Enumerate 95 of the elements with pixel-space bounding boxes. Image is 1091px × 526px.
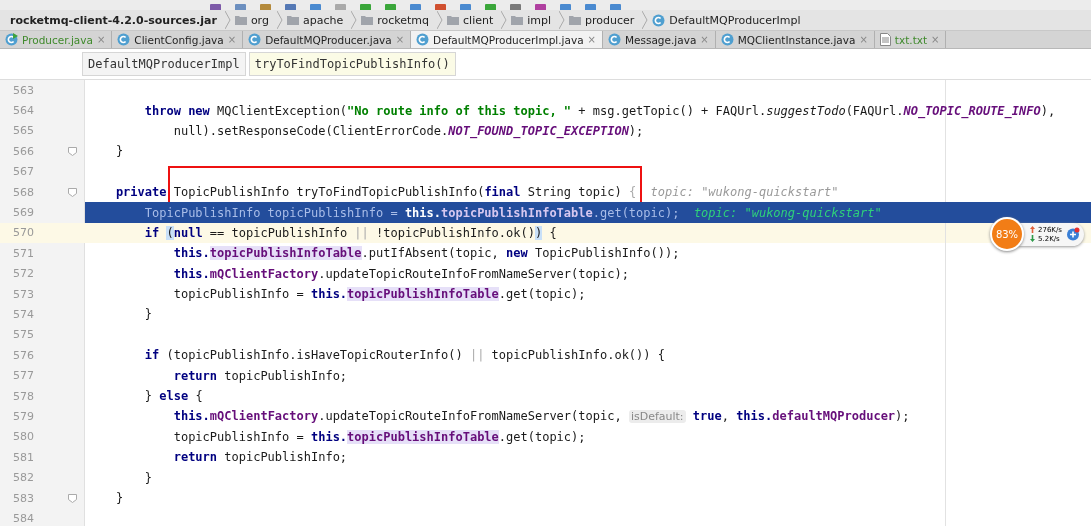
line-number: 580 [13, 430, 34, 444]
class-icon [720, 33, 734, 46]
toolbar-icon[interactable] [335, 4, 346, 10]
code-line: private TopicPublishInfo tryToFindTopicPublishInfo(final String topic) { topic: "wukong-quickstart" [114, 185, 839, 200]
code-line: topicPublishInfo = this.topicPublishInfoTable.get(topic); [172, 287, 586, 302]
code-line: if (null == topicPublishInfo || !topicPublishInfo.ok()) { [143, 225, 557, 240]
line-number: 581 [13, 450, 34, 464]
chevron-icon [559, 11, 566, 29]
toolbar-icon[interactable] [310, 4, 321, 10]
code-line: this.mQClientFactory.updateTopicRouteInfoFromNameServer(topic, isDefault: true, this.defaultMQProducer); [172, 409, 910, 424]
toolbar-icon[interactable] [560, 4, 571, 10]
line-number: 570 [13, 226, 34, 240]
line-number: 578 [13, 389, 34, 403]
breadcrumb-item[interactable]: org [230, 13, 277, 27]
breadcrumb-item[interactable]: rocketmq [357, 13, 438, 27]
breadcrumb-item[interactable]: client [443, 13, 502, 27]
line-number: 568 [13, 185, 34, 199]
toolbar-icon[interactable] [510, 4, 521, 10]
line-number: 569 [13, 206, 34, 220]
folder-icon [569, 15, 582, 25]
fold-marker-icon[interactable] [68, 187, 77, 197]
line-number: 571 [13, 246, 34, 260]
line-number: 573 [13, 287, 34, 301]
class-icon [607, 33, 621, 46]
code-line: topicPublishInfo = this.topicPublishInfoTable.get(topic); [172, 429, 586, 444]
text-file-icon [879, 33, 891, 46]
line-number: 579 [13, 409, 34, 423]
toolbar-icon[interactable] [610, 4, 621, 10]
line-number: 584 [13, 511, 34, 525]
line-number: 577 [13, 369, 34, 383]
folder-icon [361, 15, 374, 25]
chevron-icon [642, 11, 649, 29]
chevron-icon [276, 11, 283, 29]
code-line: } [114, 144, 124, 159]
structure-crumb[interactable]: DefaultMQProducerImpl [82, 52, 246, 76]
chevron-icon [351, 11, 358, 29]
toolbar-icon[interactable] [435, 4, 446, 10]
class-icon [416, 33, 430, 46]
toolbar-icon[interactable] [285, 4, 296, 10]
toolbar-icon[interactable] [385, 4, 396, 10]
class-icon [117, 33, 131, 46]
line-number: 566 [13, 144, 34, 158]
folder-icon [511, 15, 524, 25]
toolbar-icon[interactable] [360, 4, 371, 10]
line-number: 576 [13, 348, 34, 362]
breadcrumb-item[interactable]: impl [507, 13, 560, 27]
code-line: this.mQClientFactory.updateTopicRouteInfoFromNameServer(topic); [172, 266, 629, 281]
fold-marker-icon[interactable] [68, 493, 77, 503]
code-line: } [143, 307, 153, 322]
toolbar-icon[interactable] [460, 4, 471, 10]
code-line: } [143, 470, 153, 485]
folder-icon [234, 15, 247, 25]
up-arrow-icon [1030, 226, 1035, 233]
code-line: return topicPublishInfo; [172, 368, 348, 383]
line-number: 575 [13, 328, 34, 342]
class-icon [652, 13, 666, 27]
fold-marker-icon[interactable] [68, 146, 77, 156]
toolbar-icon[interactable] [260, 4, 271, 10]
line-number: 565 [13, 124, 34, 138]
toolbar-icon[interactable] [535, 4, 546, 10]
toolbar-icon[interactable] [210, 4, 221, 10]
line-number: 583 [13, 491, 34, 505]
toolbar-icon[interactable] [235, 4, 246, 10]
line-number: 567 [13, 165, 34, 179]
line-number: 582 [13, 471, 34, 485]
run-class-icon [5, 33, 18, 46]
code-line: TopicPublishInfo topicPublishInfo = this.topicPublishInfoTable.get(topic); topic: "wukong-quickstart" [143, 205, 882, 220]
code-line: null).setResponseCode(ClientErrorCode.NOT_FOUND_TOPIC_EXCEPTION); [172, 123, 644, 138]
code-line: return topicPublishInfo; [172, 450, 348, 465]
line-number: 574 [13, 308, 34, 321]
folder-icon [286, 15, 299, 25]
breadcrumb-item[interactable]: producer [565, 13, 643, 27]
chevron-icon [501, 11, 508, 29]
code-line: this.topicPublishInfoTable.putIfAbsent(topic, new TopicPublishInfo()); [172, 246, 680, 261]
editor-tab[interactable]: DefaultMQProducerImpl.java × [411, 31, 603, 48]
folder-icon [447, 15, 460, 25]
toolbar-icon[interactable] [410, 4, 421, 10]
code-line: throw new MQClientException("No route info of this topic, " + msg.getTopic() + FAQUrl.suggestTodo(FAQUrl.NO_TOPIC_ROUTE_INFO), [143, 103, 1056, 118]
toolbar-icon[interactable] [485, 4, 496, 10]
line-number: 572 [13, 267, 34, 281]
line-number: 563 [13, 83, 34, 97]
chevron-icon [224, 11, 231, 29]
toolbar-icon[interactable] [585, 4, 596, 10]
code-line: } [114, 491, 124, 505]
down-arrow-icon [1030, 235, 1035, 242]
code-line: } else { [143, 389, 203, 404]
chevron-icon [437, 11, 444, 29]
breadcrumb-item[interactable]: DefaultMQProducerImpl [648, 13, 809, 27]
code-line: if (topicPublishInfo.isHaveTopicRouterInfo() || topicPublishInfo.ok()) { [143, 348, 665, 363]
class-icon [248, 33, 262, 46]
breadcrumb-item[interactable]: apache [282, 13, 352, 27]
breadcrumb-item[interactable]: rocketmq-client-4.2.0-sources.jar [6, 13, 225, 27]
line-number: 564 [13, 104, 34, 118]
structure-crumb[interactable]: tryToFindTopicPublishInfo() [248, 52, 456, 76]
plus-icon[interactable] [1065, 227, 1080, 241]
